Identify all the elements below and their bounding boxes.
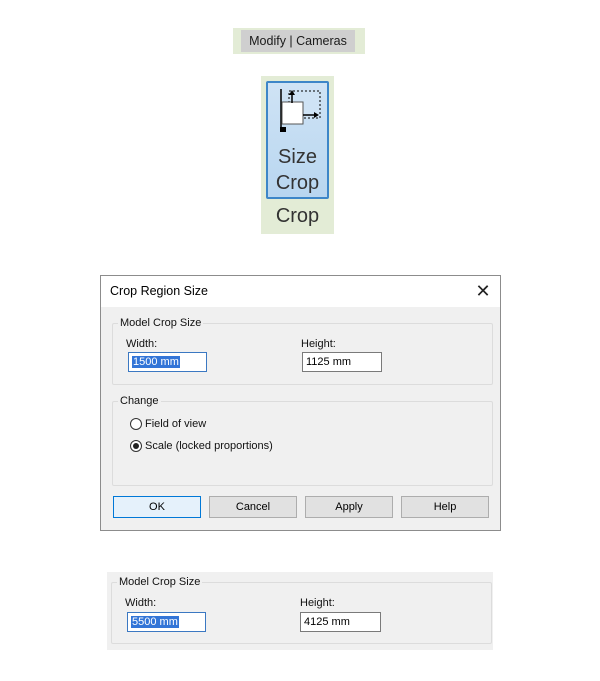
help-button[interactable]: Help (401, 496, 489, 518)
scale-locked-label: Scale (locked proportions) (145, 440, 273, 452)
height-label-2: Height: (300, 597, 335, 609)
dialog-title: Crop Region Size (110, 284, 208, 298)
height-input[interactable]: 1125 mm (302, 352, 382, 372)
height-value-2: 4125 mm (304, 616, 350, 628)
apply-button[interactable]: Apply (305, 496, 393, 518)
height-value: 1125 mm (306, 356, 352, 368)
model-crop-size-legend-2: Model Crop Size (117, 576, 203, 588)
close-icon[interactable]: ✕ (472, 280, 494, 302)
radio-field-of-view[interactable]: Field of view (130, 416, 206, 432)
width-value: 1500 mm (132, 356, 180, 368)
height-label: Height: (301, 338, 336, 350)
change-legend: Change (118, 395, 161, 407)
radio-button-unchecked[interactable] (130, 418, 142, 431)
field-of-view-label: Field of view (145, 418, 207, 430)
dialog-titlebar[interactable]: Crop Region Size ✕ (101, 276, 500, 307)
cancel-button[interactable]: Cancel (209, 496, 297, 518)
width-input-2[interactable]: 5500 mm (127, 612, 206, 632)
height-input-2[interactable]: 4125 mm (300, 612, 381, 632)
radio-button-checked[interactable] (130, 440, 142, 453)
ok-button[interactable]: OK (113, 496, 201, 518)
crop-region-size-dialog: Crop Region Size ✕ Model Crop Size Width… (100, 275, 501, 531)
width-input[interactable]: 1500 mm (128, 352, 207, 372)
crop-panel-title: Crop (275, 205, 320, 227)
ribbon-tab-header: Modify | Cameras (233, 28, 365, 54)
size-crop-button[interactable]: Size Crop (266, 81, 329, 199)
size-crop-label-line1: Size (278, 146, 317, 168)
model-crop-size-panel-2: Model Crop Size Width: 5500 mm Height: 4… (107, 572, 493, 650)
width-label: Width: (126, 338, 158, 350)
width-label-2: Width: (125, 597, 157, 609)
crop-ribbon-panel: Size Crop Crop (261, 76, 334, 234)
tab-modify-cameras[interactable]: Modify | Cameras (241, 30, 355, 52)
width-value-2: 5500 mm (131, 616, 179, 628)
size-crop-label-line2: Crop (275, 172, 320, 194)
model-crop-size-legend: Model Crop Size (118, 317, 204, 329)
size-crop-icon (280, 89, 321, 132)
radio-scale-locked[interactable]: Scale (locked proportions) (130, 438, 273, 454)
